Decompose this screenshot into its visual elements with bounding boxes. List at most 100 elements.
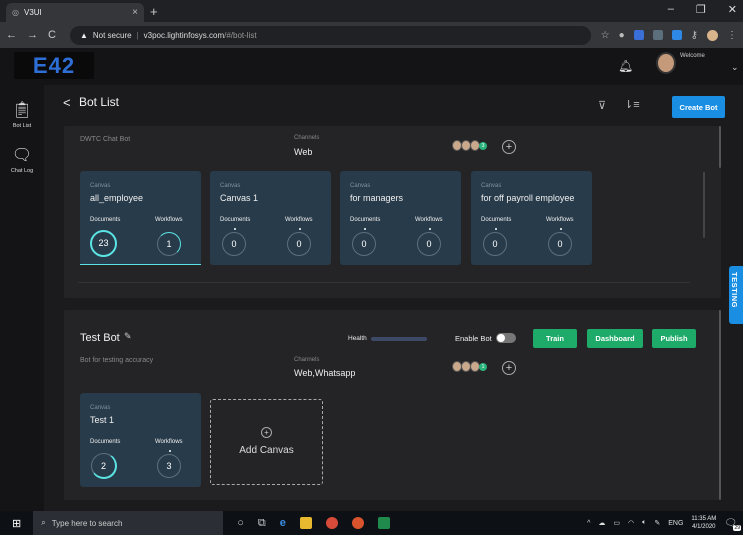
bot-name: Test Bot [80, 332, 120, 344]
documents-count: 0 [222, 232, 246, 256]
toggle-knob [497, 334, 505, 342]
excel-icon[interactable] [377, 517, 390, 529]
testing-tab[interactable]: TESTING [729, 266, 743, 324]
channels-value: Web,Whatsapp [294, 368, 356, 378]
documents-dot [234, 228, 236, 230]
canvas-card[interactable]: Canvas Test 1 Documents Workflows 2 3 [80, 393, 201, 487]
close-window-icon[interactable]: ✕ [728, 3, 737, 16]
documents-dot [364, 228, 366, 230]
canvas-name: for managers [350, 193, 404, 203]
tab-title: V3UI [23, 8, 42, 17]
address-bar-row: ← → C ▲ Not secure | v3poc.lightinfosys.… [0, 22, 743, 48]
extension-blue-icon[interactable] [671, 30, 682, 40]
documents-count: 23 [90, 230, 117, 257]
back-chevron-icon[interactable]: < [63, 95, 71, 110]
canvas-card[interactable]: Canvas all_employee Documents Workflows … [80, 171, 201, 265]
tab-favicon-icon: ◎ [12, 8, 19, 17]
bell-icon[interactable]: 🔔︎ [618, 59, 633, 73]
canvas-name: all_employee [90, 193, 144, 203]
documents-label: Documents [90, 217, 121, 223]
sidebar-item-label: Chat Log [10, 168, 34, 174]
browser-menu-icon[interactable]: ⋮ [727, 30, 737, 41]
extension-office-icon[interactable] [633, 30, 644, 40]
taskbar-apps: ○ ⧉ e [237, 517, 390, 530]
wifi-icon[interactable]: ◠ [628, 519, 634, 527]
tray-chevron-icon[interactable]: ^ [587, 520, 590, 527]
window-controls: – ❐ ✕ [668, 3, 737, 16]
canvas-card[interactable]: Canvas for off payroll employee Document… [471, 171, 592, 265]
member-count-badge: 1 [479, 363, 487, 371]
file-explorer-icon[interactable] [299, 517, 312, 529]
maximize-icon[interactable]: ❐ [696, 3, 706, 16]
volume-icon[interactable]: 🔈︎ [642, 519, 646, 527]
documents-label: Documents [220, 217, 251, 223]
profile-avatar-icon[interactable] [707, 29, 718, 41]
logo-text: E42 [32, 52, 76, 78]
avatar[interactable] [656, 52, 676, 74]
battery-icon[interactable]: ▭ [613, 519, 620, 527]
logo: E42 [14, 52, 94, 79]
clock[interactable]: 11:35 AM 4/1/2020 [691, 515, 716, 531]
member-avatars[interactable]: 3 [452, 140, 487, 151]
sidebar-item-bot-list[interactable]: 📋︎ Bot List [0, 100, 44, 129]
edge-icon[interactable]: e [280, 517, 286, 529]
workflows-dot [560, 228, 562, 230]
canvas-type-label: Canvas [90, 183, 111, 189]
documents-label: Documents [350, 217, 381, 223]
sidebar: 📋︎ Bot List 🗨︎ Chat Log [0, 85, 44, 511]
canvas-scrollbar[interactable] [703, 172, 705, 238]
reload-icon[interactable]: C [48, 29, 56, 41]
star-icon[interactable]: ☆ [601, 30, 610, 41]
extension-g-icon[interactable] [652, 30, 663, 40]
add-member-button[interactable]: + [502, 361, 516, 375]
add-canvas-label: Add Canvas [239, 445, 294, 456]
task-view-icon[interactable]: ⧉ [258, 517, 266, 530]
pen-icon[interactable]: ✎ [654, 519, 660, 527]
enable-bot-label: Enable Bot [455, 334, 492, 343]
back-nav-icon[interactable]: ← [6, 29, 17, 41]
new-tab-button[interactable]: + [150, 4, 158, 19]
panel-scrollbar[interactable] [719, 126, 721, 168]
create-bot-button[interactable]: Create Bot [672, 96, 725, 118]
filter-icon[interactable]: ⊽ [598, 99, 606, 112]
canvas-card[interactable]: Canvas for managers Documents Workflows … [340, 171, 461, 265]
edit-pencil-icon[interactable]: ✎ [124, 331, 132, 342]
chrome-icon[interactable] [325, 517, 338, 529]
powerpoint-icon[interactable] [351, 517, 364, 529]
canvas-type-label: Canvas [220, 183, 241, 189]
add-member-button[interactable]: + [502, 140, 516, 154]
train-button[interactable]: Train [533, 329, 577, 348]
tab-close-icon[interactable]: × [132, 7, 138, 18]
chat-bubbles-icon: 🗨︎ [11, 147, 33, 164]
extension-circle-icon[interactable]: ● [619, 30, 625, 41]
taskbar-search[interactable]: ⌕ Type here to search [33, 511, 224, 535]
cortana-icon[interactable]: ○ [237, 517, 244, 529]
sort-icon[interactable]: ⇂≡ [624, 98, 640, 111]
taskbar-search-placeholder: Type here to search [51, 518, 123, 528]
horizontal-scroll-track[interactable] [78, 282, 690, 283]
workflows-dot [429, 228, 431, 230]
workflows-label: Workflows [155, 217, 183, 223]
forward-nav-icon[interactable]: → [27, 29, 38, 41]
key-icon[interactable]: ⚷ [691, 30, 698, 41]
url-field[interactable]: ▲ Not secure | v3poc.lightinfosys.com/#/… [69, 25, 591, 45]
windows-start-icon[interactable]: ⊞ [12, 517, 21, 530]
language-indicator[interactable]: ENG [668, 520, 683, 527]
add-canvas-button[interactable]: + Add Canvas [210, 399, 323, 485]
cloud-icon[interactable]: ☁ [598, 519, 605, 527]
enable-bot-toggle[interactable] [496, 333, 516, 343]
bot-name: DWTC Chat Bot [80, 136, 131, 143]
health-label: Health [348, 335, 367, 342]
testing-tab-label: TESTING [730, 272, 739, 309]
canvas-card[interactable]: Canvas Canvas 1 Documents Workflows 0 0 [210, 171, 331, 265]
sidebar-item-chat-log[interactable]: 🗨︎ Chat Log [0, 145, 44, 174]
dashboard-button[interactable]: Dashboard [587, 329, 643, 348]
panel-scrollbar[interactable] [719, 310, 721, 500]
chevron-down-icon[interactable]: ⌄ [731, 62, 739, 73]
notifications-icon[interactable]: 🗨︎ 29 [724, 518, 741, 531]
member-avatars[interactable]: 1 [452, 361, 487, 372]
canvas-name: Test 1 [90, 415, 115, 425]
publish-button[interactable]: Publish [652, 329, 696, 348]
browser-tab[interactable]: ◎ V3UI × [6, 3, 144, 22]
minimize-icon[interactable]: – [668, 3, 674, 16]
